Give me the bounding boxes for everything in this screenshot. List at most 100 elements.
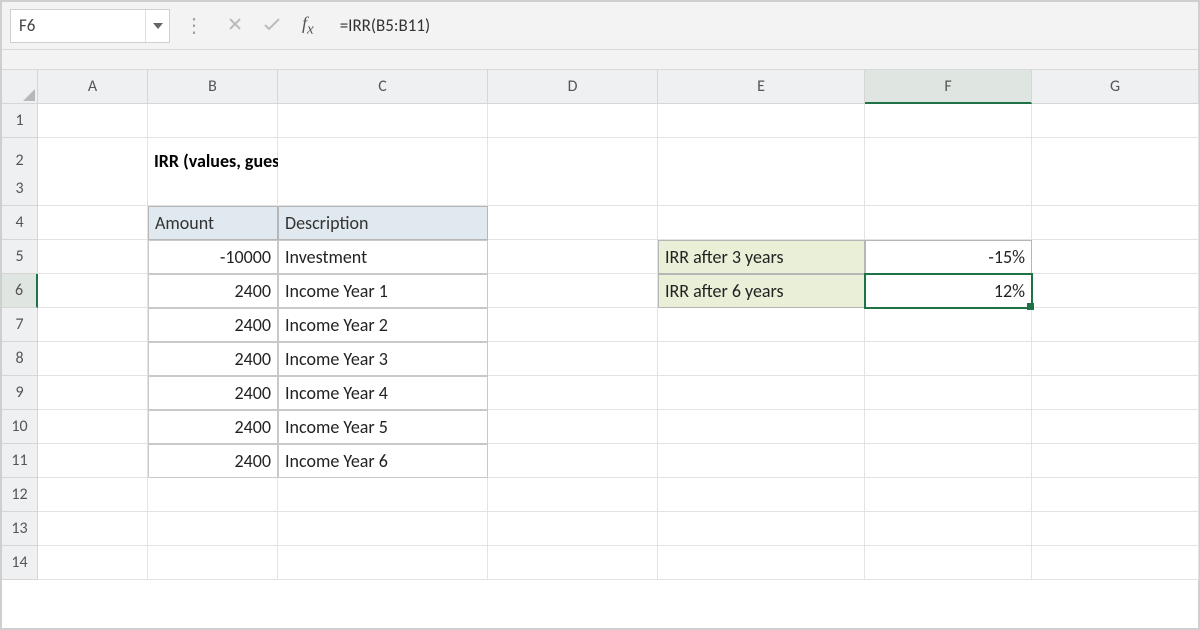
cell-G8[interactable] — [1032, 342, 1199, 376]
cell-G10[interactable] — [1032, 410, 1199, 444]
cell-D3[interactable] — [488, 172, 658, 206]
cell-D7[interactable] — [488, 308, 658, 342]
fill-handle[interactable] — [1027, 303, 1034, 310]
cell-C14[interactable] — [278, 546, 488, 580]
cell-B1[interactable] — [148, 104, 278, 138]
row-header-14[interactable]: 14 — [2, 546, 38, 580]
col-header-F[interactable]: F — [865, 70, 1032, 104]
insert-function-icon[interactable]: fx — [302, 13, 314, 39]
cell-F8[interactable] — [865, 342, 1032, 376]
row-header-3[interactable]: 3 — [2, 172, 38, 206]
cell-B10[interactable]: 2400 — [148, 410, 278, 444]
spreadsheet-grid[interactable]: A B C D E F G 1 2 IRR (values, guess) 3 — [2, 70, 1198, 580]
cell-G9[interactable] — [1032, 376, 1199, 410]
cell-E10[interactable] — [658, 410, 865, 444]
cell-C6[interactable]: Income Year 1 — [278, 274, 488, 308]
cell-G6[interactable] — [1032, 274, 1199, 308]
cell-D1[interactable] — [488, 104, 658, 138]
row-header-9[interactable]: 9 — [2, 376, 38, 410]
enter-icon[interactable] — [264, 15, 280, 36]
col-header-G[interactable]: G — [1032, 70, 1199, 104]
row-header-8[interactable]: 8 — [2, 342, 38, 376]
cell-A8[interactable] — [38, 342, 148, 376]
cell-E7[interactable] — [658, 308, 865, 342]
cell-C1[interactable] — [278, 104, 488, 138]
cell-B7[interactable]: 2400 — [148, 308, 278, 342]
cell-E11[interactable] — [658, 444, 865, 478]
cell-F5[interactable]: -15% — [865, 240, 1032, 274]
cell-D14[interactable] — [488, 546, 658, 580]
cell-G13[interactable] — [1032, 512, 1199, 546]
cell-D10[interactable] — [488, 410, 658, 444]
cell-E5[interactable]: IRR after 3 years — [658, 240, 865, 274]
cell-G5[interactable] — [1032, 240, 1199, 274]
cell-B12[interactable] — [148, 478, 278, 512]
cell-G11[interactable] — [1032, 444, 1199, 478]
cell-A10[interactable] — [38, 410, 148, 444]
name-box-dropdown[interactable] — [145, 10, 169, 42]
name-box[interactable]: F6 — [10, 9, 170, 43]
cell-F7[interactable] — [865, 308, 1032, 342]
cell-A9[interactable] — [38, 376, 148, 410]
cell-F12[interactable] — [865, 478, 1032, 512]
cell-G12[interactable] — [1032, 478, 1199, 512]
row-header-5[interactable]: 5 — [2, 240, 38, 274]
cell-D9[interactable] — [488, 376, 658, 410]
cell-E3[interactable] — [658, 172, 865, 206]
cell-G1[interactable] — [1032, 104, 1199, 138]
cell-A13[interactable] — [38, 512, 148, 546]
cell-F10[interactable] — [865, 410, 1032, 444]
row-header-1[interactable]: 1 — [2, 104, 38, 138]
row-header-6[interactable]: 6 — [2, 274, 38, 308]
cell-F14[interactable] — [865, 546, 1032, 580]
cell-D5[interactable] — [488, 240, 658, 274]
cell-E8[interactable] — [658, 342, 865, 376]
cell-C3[interactable] — [278, 172, 488, 206]
cell-E6[interactable]: IRR after 6 years — [658, 274, 865, 308]
cell-D6[interactable] — [488, 274, 658, 308]
cell-C10[interactable]: Income Year 5 — [278, 410, 488, 444]
cell-C7[interactable]: Income Year 2 — [278, 308, 488, 342]
cell-F13[interactable] — [865, 512, 1032, 546]
cell-A4[interactable] — [38, 206, 148, 240]
cell-C8[interactable]: Income Year 3 — [278, 342, 488, 376]
cell-D4[interactable] — [488, 206, 658, 240]
cell-B3[interactable] — [148, 172, 278, 206]
select-all-corner[interactable] — [2, 70, 38, 104]
row-header-4[interactable]: 4 — [2, 206, 38, 240]
cell-D8[interactable] — [488, 342, 658, 376]
row-header-7[interactable]: 7 — [2, 308, 38, 342]
col-header-B[interactable]: B — [148, 70, 278, 104]
cell-C13[interactable] — [278, 512, 488, 546]
cell-F1[interactable] — [865, 104, 1032, 138]
cell-C4[interactable]: Description — [278, 206, 488, 240]
col-header-C[interactable]: C — [278, 70, 488, 104]
cell-D11[interactable] — [488, 444, 658, 478]
cell-A12[interactable] — [38, 478, 148, 512]
cell-B13[interactable] — [148, 512, 278, 546]
cancel-icon[interactable] — [228, 15, 242, 36]
row-header-13[interactable]: 13 — [2, 512, 38, 546]
cell-B8[interactable]: 2400 — [148, 342, 278, 376]
cell-G7[interactable] — [1032, 308, 1199, 342]
cell-B9[interactable]: 2400 — [148, 376, 278, 410]
cell-B14[interactable] — [148, 546, 278, 580]
cell-A11[interactable] — [38, 444, 148, 478]
cell-C11[interactable]: Income Year 6 — [278, 444, 488, 478]
cell-D12[interactable] — [488, 478, 658, 512]
cell-B6[interactable]: 2400 — [148, 274, 278, 308]
cell-E14[interactable] — [658, 546, 865, 580]
cell-G14[interactable] — [1032, 546, 1199, 580]
cell-C9[interactable]: Income Year 4 — [278, 376, 488, 410]
cell-B11[interactable]: 2400 — [148, 444, 278, 478]
cell-C5[interactable]: Investment — [278, 240, 488, 274]
cell-G4[interactable] — [1032, 206, 1199, 240]
cell-E1[interactable] — [658, 104, 865, 138]
cell-F3[interactable] — [865, 172, 1032, 206]
cell-A5[interactable] — [38, 240, 148, 274]
col-header-D[interactable]: D — [488, 70, 658, 104]
cell-B5[interactable]: -10000 — [148, 240, 278, 274]
cell-F6[interactable]: 12% — [865, 274, 1032, 308]
cell-A1[interactable] — [38, 104, 148, 138]
cell-G3[interactable] — [1032, 172, 1199, 206]
